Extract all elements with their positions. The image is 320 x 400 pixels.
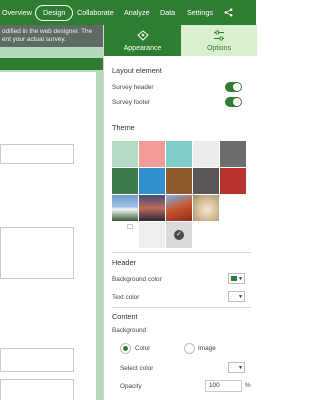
layout-element-title: Layout element xyxy=(112,66,162,75)
color-fill xyxy=(231,276,237,281)
content-title: Content xyxy=(112,312,138,321)
info-banner: odified in the web designer. The ent you… xyxy=(0,25,103,47)
nav-analyze[interactable]: Analyze xyxy=(124,0,150,25)
banner-line-2: ent your actual survey. xyxy=(2,36,66,43)
toggle-knob xyxy=(233,98,241,106)
opacity-unit: % xyxy=(245,382,251,389)
theme-color-swatch[interactable] xyxy=(220,168,246,194)
top-nav: Overview Design Collaborate Analyze Data… xyxy=(0,0,256,25)
opacity-input[interactable]: 100 xyxy=(205,380,242,392)
check-icon: ✓ xyxy=(174,230,184,240)
design-panel: Appearance Options Layout element Survey… xyxy=(103,25,257,400)
tab-appearance[interactable]: Appearance xyxy=(104,25,181,56)
survey-header-preview xyxy=(0,58,103,70)
survey-footer-toggle[interactable] xyxy=(225,97,242,107)
nav-overview[interactable]: Overview xyxy=(2,0,32,25)
theme-color-swatch[interactable] xyxy=(139,141,165,167)
color-fill xyxy=(231,294,237,299)
header-divider xyxy=(112,252,251,253)
theme-color-swatch[interactable] xyxy=(193,168,219,194)
image-option-label: Image xyxy=(198,345,216,352)
survey-canvas: odified in the web designer. The ent you… xyxy=(0,25,103,400)
image-radio[interactable] xyxy=(184,343,195,354)
theme-color-swatch[interactable] xyxy=(139,168,165,194)
toggle-knob xyxy=(233,83,241,91)
question-field-3[interactable] xyxy=(0,348,74,372)
theme-color-swatch[interactable] xyxy=(166,141,192,167)
theme-blank-swatch[interactable] xyxy=(139,222,165,248)
theme-selected-swatch[interactable]: ✓ xyxy=(166,222,192,248)
banner-line-1: odified in the web designer. The xyxy=(2,28,93,35)
tab-appearance-label: Appearance xyxy=(123,45,162,52)
color-fill xyxy=(231,365,237,370)
question-field-2[interactable] xyxy=(0,227,74,279)
nav-collaborate[interactable]: Collaborate xyxy=(77,0,114,25)
survey-header-label: Survey header xyxy=(112,84,154,91)
survey-form-preview xyxy=(0,72,96,400)
theme-color-swatch[interactable] xyxy=(112,141,138,167)
caret-down-icon: ▼ xyxy=(238,365,243,371)
theme-red-canyon-image[interactable] xyxy=(166,195,192,221)
background-label: Background xyxy=(112,327,147,334)
theme-mountain-image[interactable] xyxy=(112,195,138,221)
color-option-label: Color xyxy=(135,345,151,352)
survey-footer-label: Survey footer xyxy=(112,99,151,106)
text-color-label: Text color xyxy=(112,294,140,301)
theme-color-swatch[interactable] xyxy=(112,168,138,194)
content-color-picker[interactable]: ▼ xyxy=(228,362,245,373)
radio-selected-dot xyxy=(123,346,128,351)
content-divider xyxy=(112,307,251,308)
caret-down-icon: ▼ xyxy=(238,276,243,282)
nav-data[interactable]: Data xyxy=(160,0,175,25)
theme-sea-shell-image[interactable] xyxy=(193,195,219,221)
theme-color-swatch[interactable] xyxy=(193,141,219,167)
tab-options-label: Options xyxy=(206,45,232,52)
theme-mountain-sunset-image[interactable] xyxy=(139,195,165,221)
survey-header-toggle[interactable] xyxy=(225,82,242,92)
share-icon[interactable] xyxy=(224,8,233,17)
sliders-icon xyxy=(214,30,224,41)
theme-color-swatch[interactable] xyxy=(166,168,192,194)
image-placeholder-icon xyxy=(127,224,133,229)
theme-color-swatch[interactable] xyxy=(220,141,246,167)
background-color-label: Background color xyxy=(112,276,162,283)
nav-design[interactable]: Design xyxy=(35,5,74,21)
question-field-1[interactable] xyxy=(0,144,74,164)
opacity-label: Opacity xyxy=(120,383,142,390)
color-radio[interactable] xyxy=(120,343,131,354)
header-title: Header xyxy=(112,258,136,267)
nav-settings[interactable]: Settings xyxy=(187,0,213,25)
appearance-icon xyxy=(136,30,149,41)
caret-down-icon: ▼ xyxy=(238,294,243,300)
tab-options[interactable]: Options xyxy=(181,25,257,56)
question-field-4[interactable] xyxy=(0,379,74,400)
theme-title: Theme xyxy=(112,123,135,132)
header-background-color-picker[interactable]: ▼ xyxy=(228,273,245,284)
select-color-label: Select color xyxy=(120,365,154,372)
header-text-color-picker[interactable]: ▼ xyxy=(228,291,245,302)
